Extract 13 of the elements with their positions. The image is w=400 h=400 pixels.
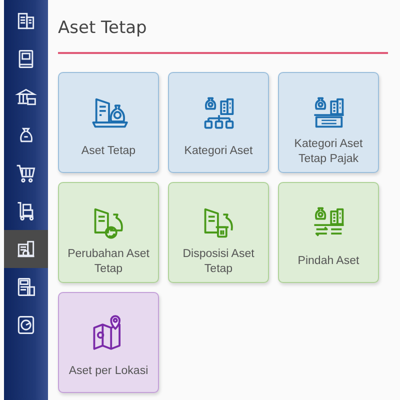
- sidebar-item[interactable]: [4, 230, 48, 268]
- page-title: Aset Tetap: [58, 17, 148, 40]
- menu-tile[interactable]: Perubahan Aset Tetap: [58, 182, 159, 283]
- menu-tile[interactable]: Kategori Aset Tetap Pajak: [278, 72, 379, 173]
- bank-icon: [15, 86, 37, 108]
- menu-tile[interactable]: Pindah Aset: [278, 182, 379, 283]
- cart-icon: [15, 162, 37, 184]
- tax-icon: [15, 276, 37, 298]
- building-icon: [15, 10, 37, 32]
- menu-tile[interactable]: Aset Tetap: [58, 72, 159, 173]
- menu-tile[interactable]: Aset per Lokasi: [58, 292, 159, 393]
- menu-tile[interactable]: Kategori Aset: [168, 72, 269, 173]
- menu-tile[interactable]: Disposisi Aset Tetap: [168, 182, 269, 283]
